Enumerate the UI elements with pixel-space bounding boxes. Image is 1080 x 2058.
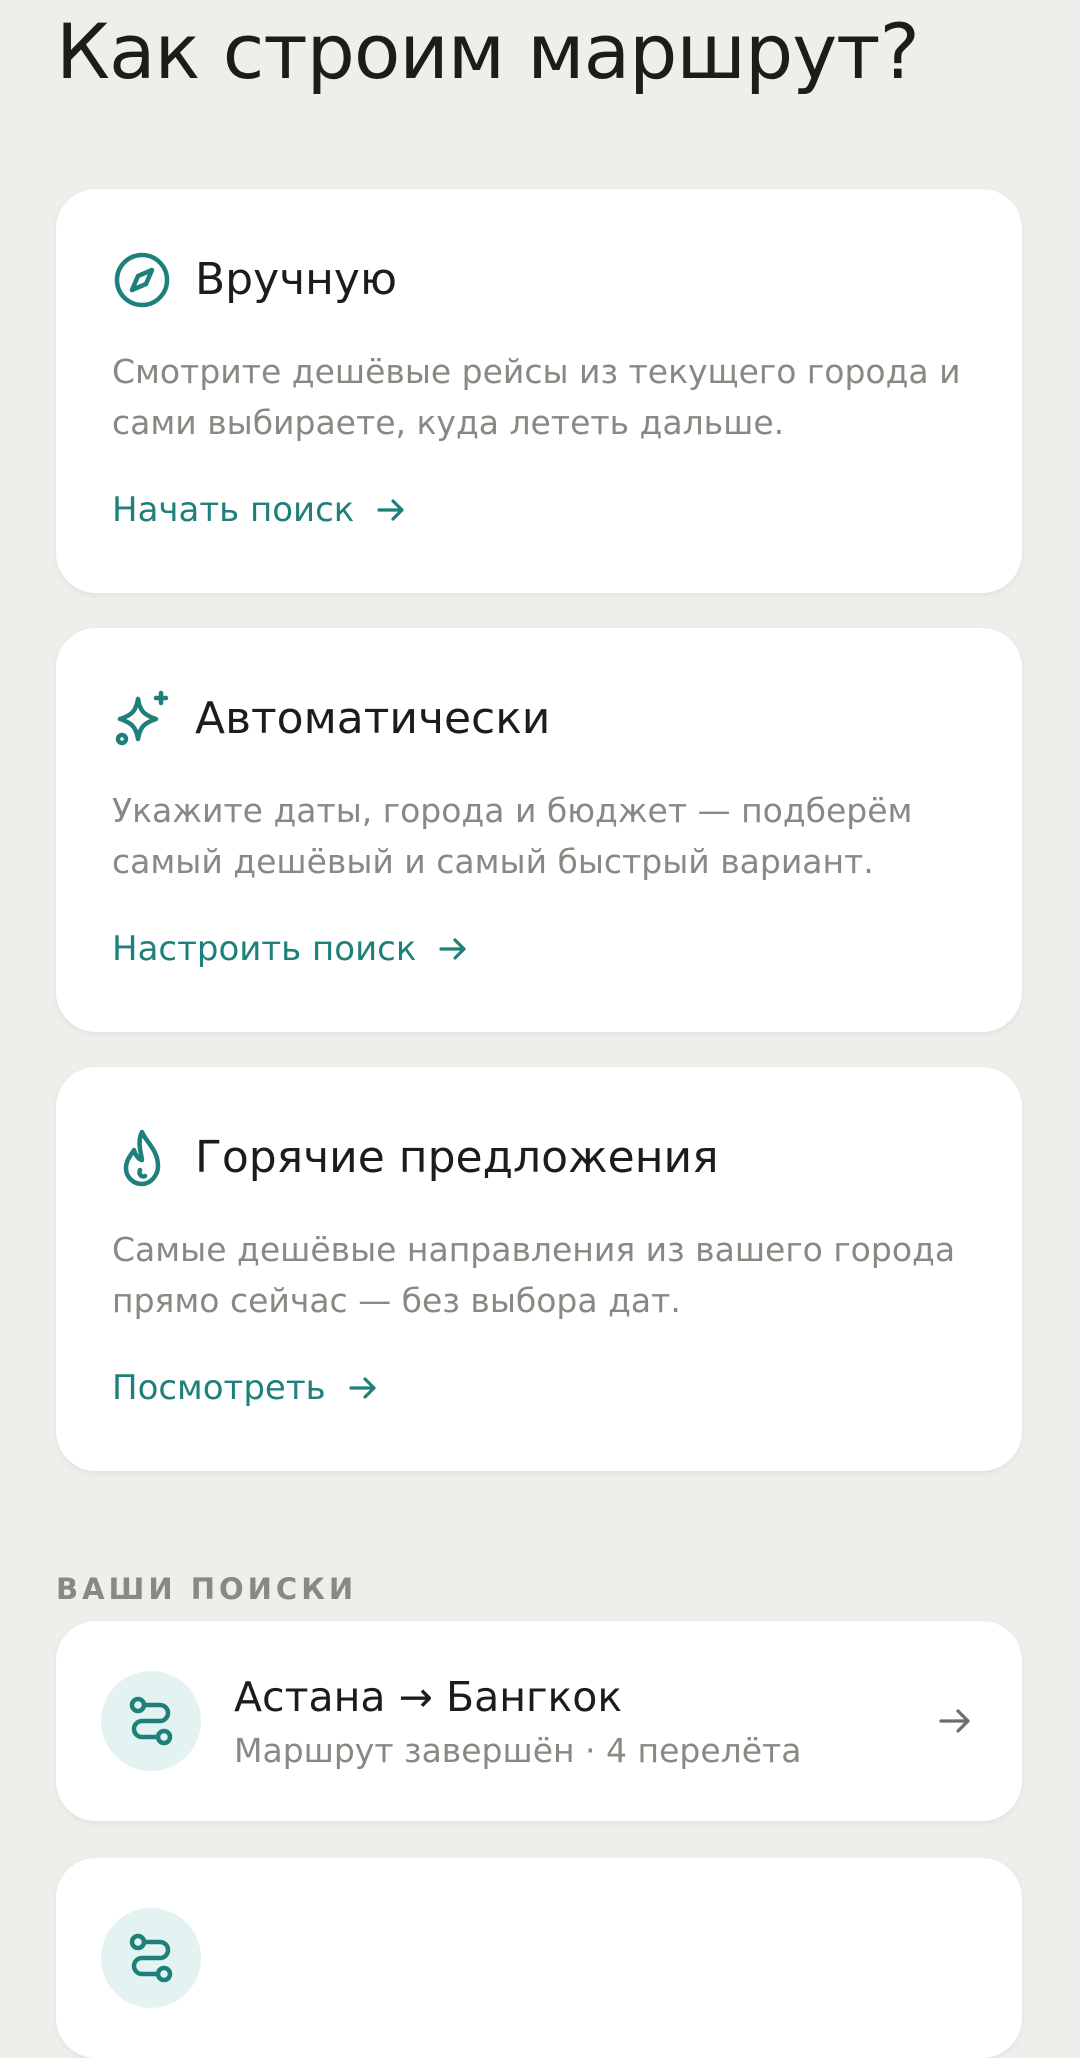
link-label: Настроить поиск [112, 929, 417, 969]
option-card-manual[interactable]: Вручную Смотрите дешёвые рейсы из текуще… [56, 189, 1022, 593]
link-label: Посмотреть [112, 1368, 326, 1408]
arrow-right-icon [374, 493, 408, 527]
route-avatar [101, 1908, 201, 2008]
page-title: Как строим маршрут? [56, 7, 920, 96]
route-icon [126, 1696, 176, 1746]
compass-icon [112, 250, 172, 310]
route-subtitle: Маршрут завершён · 4 перелёта [234, 1731, 802, 1770]
arrow-right-icon [436, 932, 470, 966]
option-title: Горячие предложения [195, 1132, 719, 1183]
link-label: Начать поиск [112, 490, 355, 530]
searches-section-label: ВАШИ ПОИСКИ [56, 1572, 358, 1606]
option-card-hot-deals[interactable]: Горячие предложения Самые дешёвые направ… [56, 1067, 1022, 1471]
option-card-automatic[interactable]: Автоматически Укажите даты, города и бюд… [56, 628, 1022, 1032]
flame-icon [112, 1128, 172, 1188]
option-title: Автоматически [195, 693, 551, 744]
option-description: Укажите даты, города и бюджет — подберём… [112, 791, 913, 881]
saved-search-item[interactable] [56, 1858, 1022, 2058]
start-search-link[interactable]: Начать поиск [112, 486, 408, 534]
arrow-right-icon [346, 1371, 380, 1405]
route-title: Астана → Бангкок [234, 1673, 623, 1721]
route-icon [126, 1933, 176, 1983]
option-description: Смотрите дешёвые рейсы из текущего город… [112, 352, 961, 442]
option-title: Вручную [195, 254, 397, 305]
sparkles-icon [112, 689, 172, 749]
view-deals-link[interactable]: Посмотреть [112, 1364, 380, 1412]
arrow-right-icon[interactable] [936, 1702, 974, 1740]
option-description: Самые дешёвые направления из вашего горо… [112, 1230, 956, 1320]
saved-search-item[interactable]: Астана → Бангкок Маршрут завершён · 4 пе… [56, 1621, 1022, 1821]
configure-search-link[interactable]: Настроить поиск [112, 925, 470, 973]
route-avatar [101, 1671, 201, 1771]
